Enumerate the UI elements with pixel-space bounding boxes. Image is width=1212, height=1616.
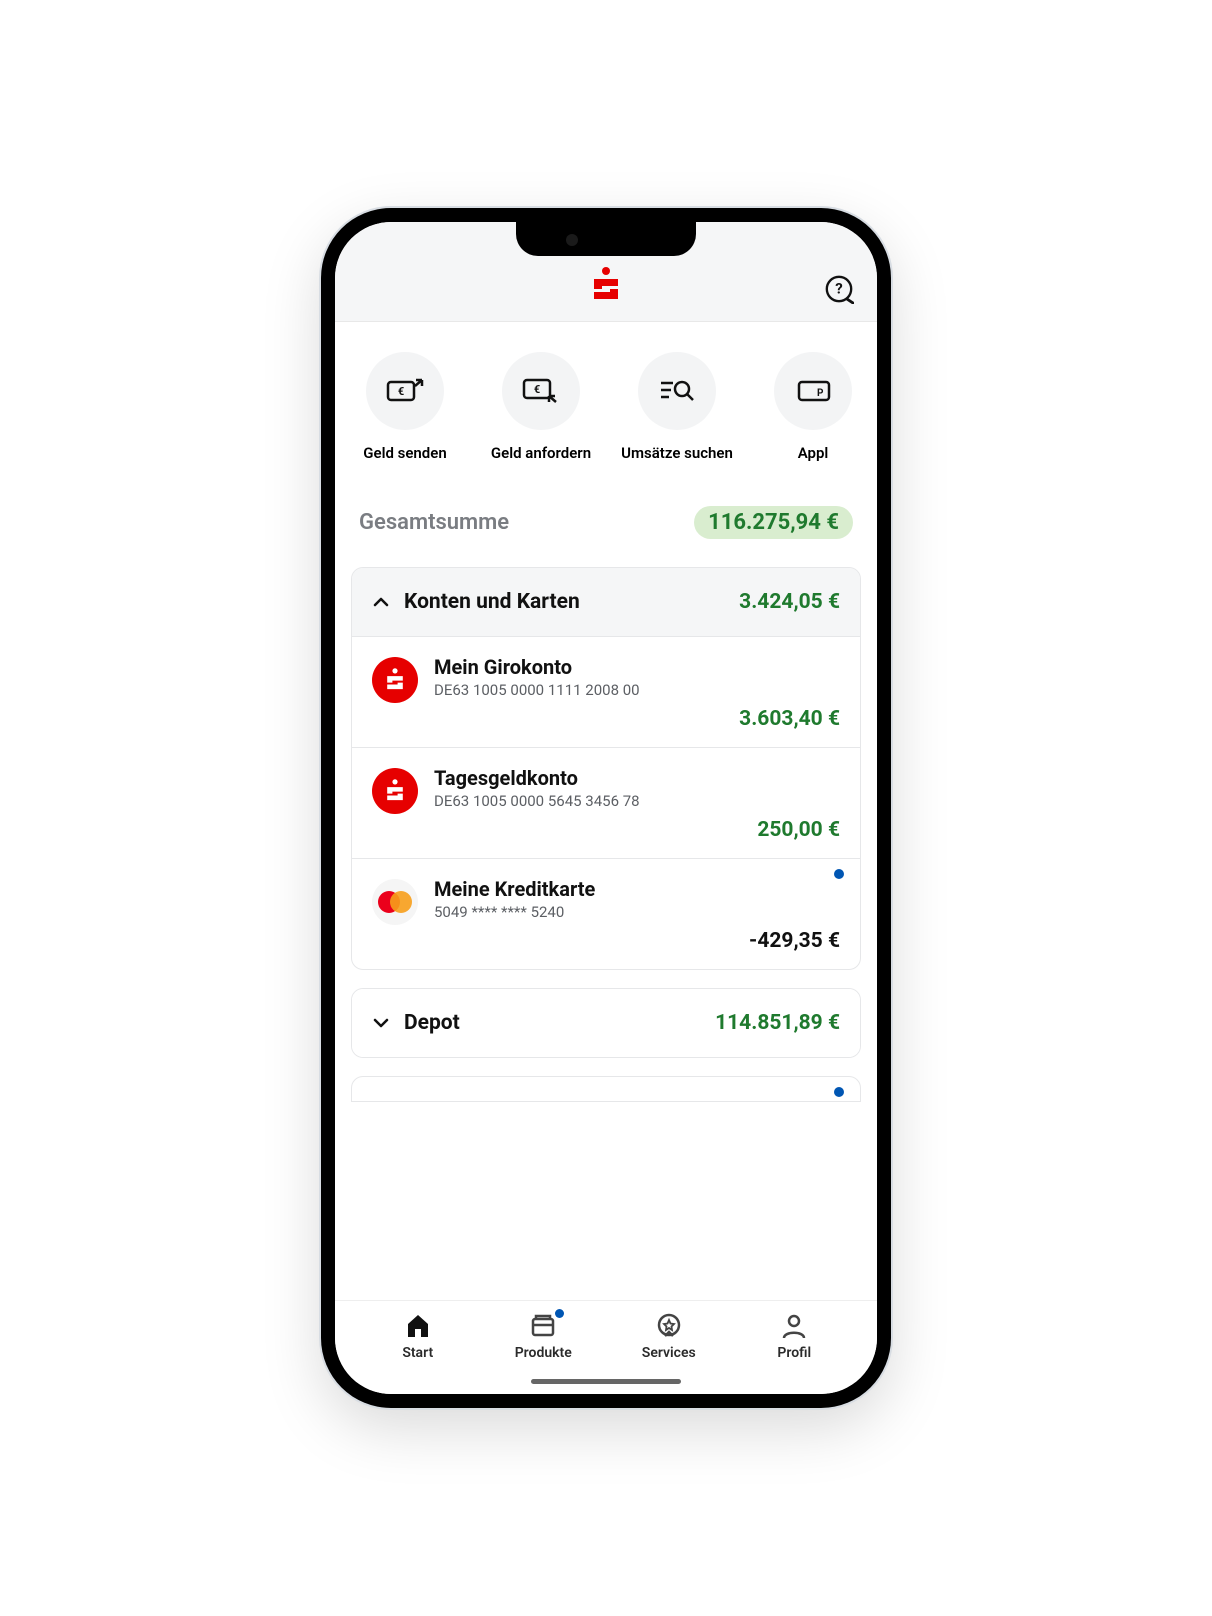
account-kreditkarte[interactable]: Meine Kreditkarte 5049 **** **** 5240 -4…	[352, 858, 860, 969]
quick-action-label: Appl	[798, 444, 829, 462]
svg-text:?: ?	[835, 280, 842, 298]
apple-pay-icon: P	[774, 352, 852, 430]
nav-start[interactable]: Start	[373, 1311, 463, 1361]
account-amount: 250,00 €	[434, 818, 840, 842]
chevron-down-icon	[372, 1014, 390, 1032]
nav-profil[interactable]: Profil	[749, 1311, 839, 1361]
svg-text:P: P	[817, 388, 824, 399]
total-label: Gesamtsumme	[359, 510, 509, 535]
notification-dot	[555, 1309, 564, 1318]
section-amount: 114.851,89 €	[715, 1011, 840, 1035]
account-girokonto[interactable]: Mein Girokonto DE63 1005 0000 1111 2008 …	[352, 636, 860, 747]
total-summary: Gesamtsumme 116.275,94 €	[335, 480, 877, 567]
home-indicator[interactable]	[531, 1379, 681, 1384]
phone-notch	[516, 222, 696, 256]
nav-label: Profil	[777, 1345, 811, 1361]
account-tagesgeld[interactable]: Tagesgeldkonto DE63 1005 0000 5645 3456 …	[352, 747, 860, 858]
quick-action-send-money[interactable]: € Geld senden	[341, 352, 469, 462]
request-money-icon: €	[502, 352, 580, 430]
notification-dot	[834, 869, 844, 879]
section-amount: 3.424,05 €	[739, 590, 840, 614]
quick-action-apple-pay[interactable]: P Appl	[749, 352, 877, 462]
send-money-icon: €	[366, 352, 444, 430]
quick-action-label: Geld anfordern	[491, 444, 591, 462]
account-number: DE63 1005 0000 1111 2008 00	[434, 681, 840, 699]
section-depot: Depot 114.851,89 €	[351, 988, 861, 1058]
account-name: Tagesgeldkonto	[434, 766, 840, 790]
profile-icon	[779, 1311, 809, 1341]
account-name: Meine Kreditkarte	[434, 877, 840, 901]
mastercard-icon	[372, 879, 418, 925]
products-icon	[528, 1311, 558, 1341]
nav-label: Start	[402, 1345, 433, 1361]
account-amount: 3.603,40 €	[434, 707, 840, 731]
sparkasse-icon	[372, 657, 418, 703]
quick-action-search-transactions[interactable]: Umsätze suchen	[613, 352, 741, 462]
account-number: 5049 **** **** 5240	[434, 903, 840, 921]
total-amount[interactable]: 116.275,94 €	[694, 506, 853, 539]
main-content: € Geld senden € Geld anfordern	[335, 322, 877, 1300]
nav-label: Produkte	[515, 1345, 572, 1361]
notification-dot	[834, 1087, 844, 1097]
quick-action-label: Geld senden	[363, 444, 446, 462]
search-icon	[638, 352, 716, 430]
nav-services[interactable]: Services	[624, 1311, 714, 1361]
section-title: Depot	[404, 1011, 460, 1035]
account-name: Mein Girokonto	[434, 655, 840, 679]
help-button[interactable]: ?	[823, 273, 855, 305]
svg-text:€: €	[398, 385, 404, 398]
svg-text:€: €	[534, 383, 540, 396]
phone-screen: ? € Geld senden	[335, 222, 877, 1394]
section-partial[interactable]	[351, 1076, 861, 1102]
quick-actions-row[interactable]: € Geld senden € Geld anfordern	[335, 322, 877, 480]
section-accounts-cards: Konten und Karten 3.424,05 € Mein Giroko…	[351, 567, 861, 970]
services-icon	[654, 1311, 684, 1341]
sparkasse-icon	[372, 768, 418, 814]
section-header-accounts[interactable]: Konten und Karten 3.424,05 €	[352, 568, 860, 636]
phone-frame: ? € Geld senden	[321, 208, 891, 1408]
account-number: DE63 1005 0000 5645 3456 78	[434, 792, 840, 810]
section-header-depot[interactable]: Depot 114.851,89 €	[352, 989, 860, 1057]
sparkasse-logo-icon	[586, 265, 626, 305]
chevron-up-icon	[372, 593, 390, 611]
home-icon	[403, 1311, 433, 1341]
quick-action-label: Umsätze suchen	[621, 444, 733, 462]
account-amount: -429,35 €	[434, 929, 840, 953]
nav-label: Services	[642, 1345, 696, 1361]
quick-action-request-money[interactable]: € Geld anfordern	[477, 352, 605, 462]
nav-produkte[interactable]: Produkte	[498, 1311, 588, 1361]
section-title: Konten und Karten	[404, 590, 580, 614]
